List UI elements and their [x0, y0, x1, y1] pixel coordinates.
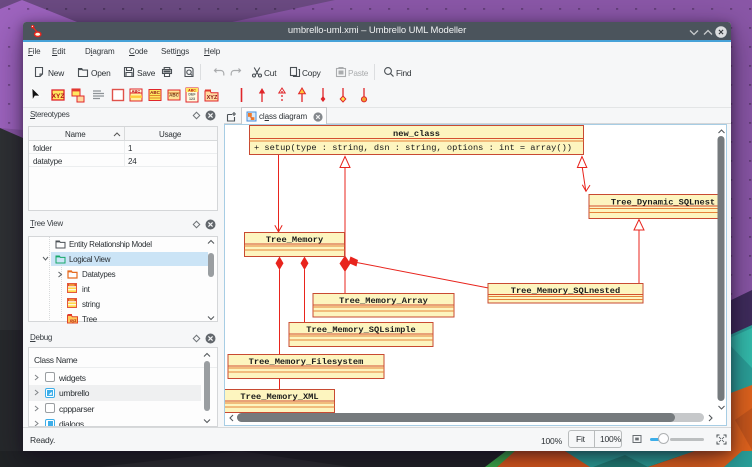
svg-text:XYZ: XYZ — [207, 95, 218, 101]
svg-text:Tree_Memory_Filesystem: Tree_Memory_Filesystem — [249, 357, 364, 367]
svg-text:+ setup(type : string, dsn : s: + setup(type : string, dsn : string, opt… — [254, 143, 572, 153]
svg-text:xyz: xyz — [70, 319, 77, 323]
svg-text:Tree_Memory_SQLsimple: Tree_Memory_SQLsimple — [306, 325, 415, 335]
svg-text:Tree_Memory: Tree_Memory — [266, 235, 324, 245]
svg-text:ABC: ABC — [132, 89, 141, 94]
svg-text:Tree_Memory_XML: Tree_Memory_XML — [240, 392, 318, 402]
svg-text:123: 123 — [189, 97, 195, 101]
svg-text:XYZ: XYZ — [52, 93, 65, 100]
svg-text:Tree_Memory_SQLnested: Tree_Memory_SQLnested — [511, 286, 620, 296]
svg-text:ABC: ABC — [150, 90, 160, 95]
svg-text:new_class: new_class — [393, 129, 440, 139]
svg-text:Tree_Dynamic_SQLnest: Tree_Dynamic_SQLnest — [611, 198, 715, 208]
svg-text:Tree_Memory_Array: Tree_Memory_Array — [339, 296, 428, 306]
